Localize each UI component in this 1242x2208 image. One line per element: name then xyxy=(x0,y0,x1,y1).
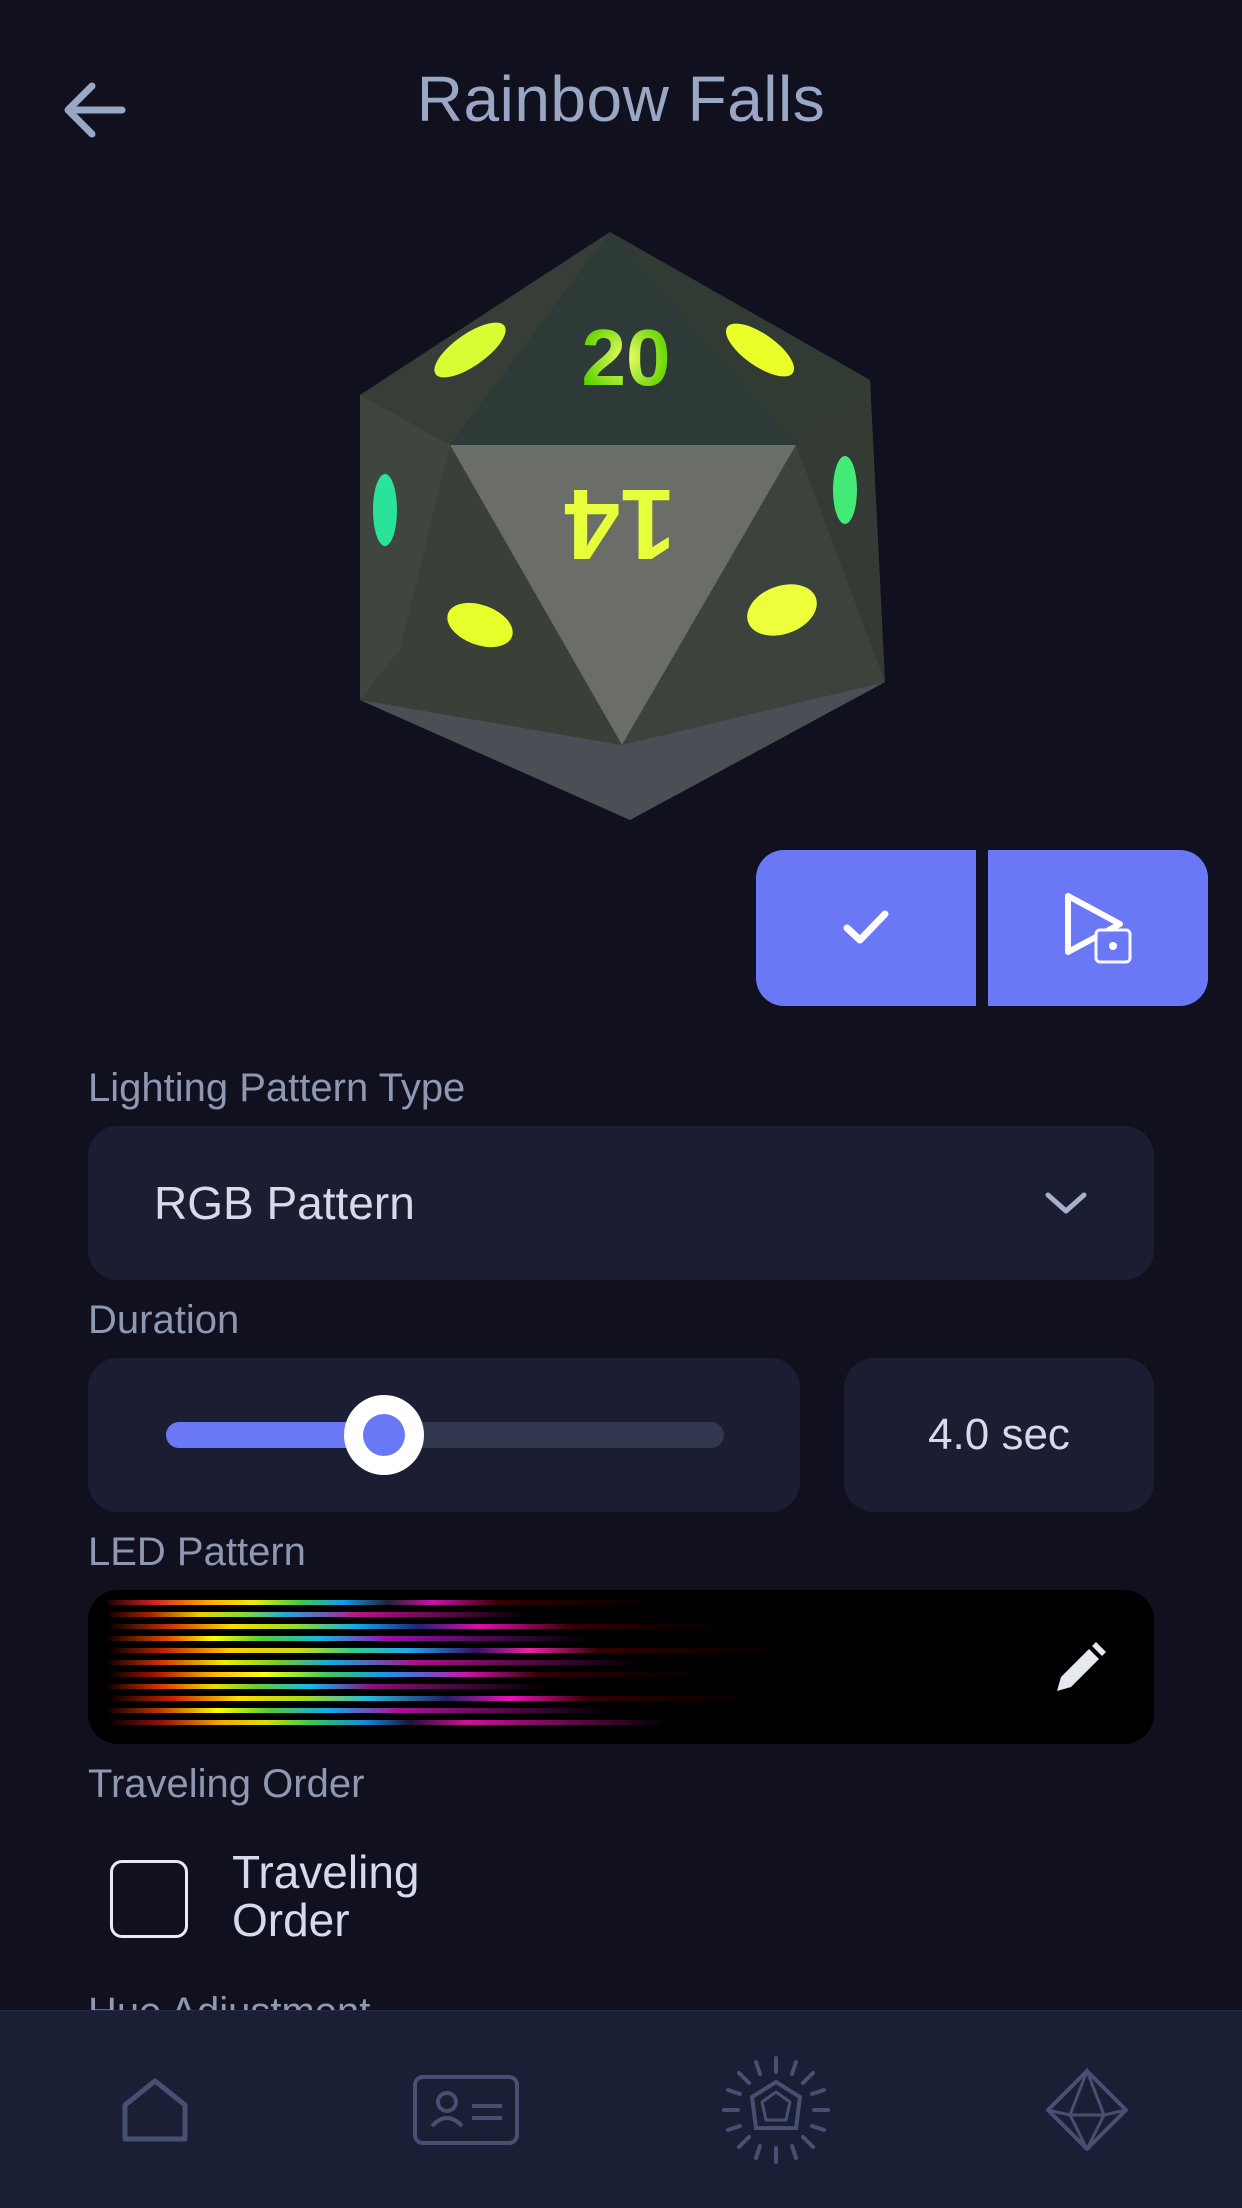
confirm-button[interactable] xyxy=(756,850,976,1006)
hue-adjustment-label: Hue Adjustment xyxy=(88,1990,371,2012)
duration-slider-container xyxy=(88,1358,800,1512)
nav-profile[interactable] xyxy=(391,2035,541,2185)
bottom-nav xyxy=(0,2010,1242,2208)
lighting-pattern-value: RGB Pattern xyxy=(154,1177,415,1229)
led-pattern-preview[interactable] xyxy=(88,1590,1154,1744)
traveling-order-label: Traveling Order xyxy=(88,1762,365,1806)
duration-slider[interactable] xyxy=(166,1395,724,1475)
home-icon xyxy=(122,2078,188,2141)
led-pattern-label: LED Pattern xyxy=(88,1530,306,1574)
header: Rainbow Falls xyxy=(0,0,1242,210)
sun-die-icon xyxy=(722,2055,831,2164)
traveling-order-checkbox-label[interactable]: Traveling Order xyxy=(232,1848,492,1944)
pencil-icon xyxy=(1057,1642,1106,1691)
id-card-icon xyxy=(412,2074,519,2145)
duration-value-field[interactable]: 4.0 sec xyxy=(844,1358,1154,1512)
duration-label: Duration xyxy=(88,1298,240,1342)
action-button-group xyxy=(756,850,1208,1006)
play-die-icon xyxy=(1065,893,1132,964)
nav-dice[interactable] xyxy=(1012,2035,1162,2185)
die-preview: 20 14 xyxy=(350,220,900,840)
duration-slider-thumb[interactable] xyxy=(343,1395,424,1475)
nav-home[interactable] xyxy=(80,2035,230,2185)
d20-icon xyxy=(1045,2066,1128,2151)
die-face-14: 14 xyxy=(564,468,676,580)
lighting-pattern-select[interactable]: RGB Pattern xyxy=(88,1126,1154,1280)
page-title: Rainbow Falls xyxy=(416,63,826,135)
chevron-down-icon xyxy=(1045,1192,1087,1214)
traveling-order-checkbox[interactable] xyxy=(110,1860,188,1938)
preview-on-die-button[interactable] xyxy=(988,850,1208,1006)
edit-led-pattern-button[interactable] xyxy=(1044,1634,1114,1704)
lighting-pattern-label: Lighting Pattern Type xyxy=(88,1066,466,1110)
die-face-20: 20 xyxy=(582,313,671,402)
checkmark-icon xyxy=(843,910,889,944)
nav-lighting[interactable] xyxy=(701,2035,851,2185)
